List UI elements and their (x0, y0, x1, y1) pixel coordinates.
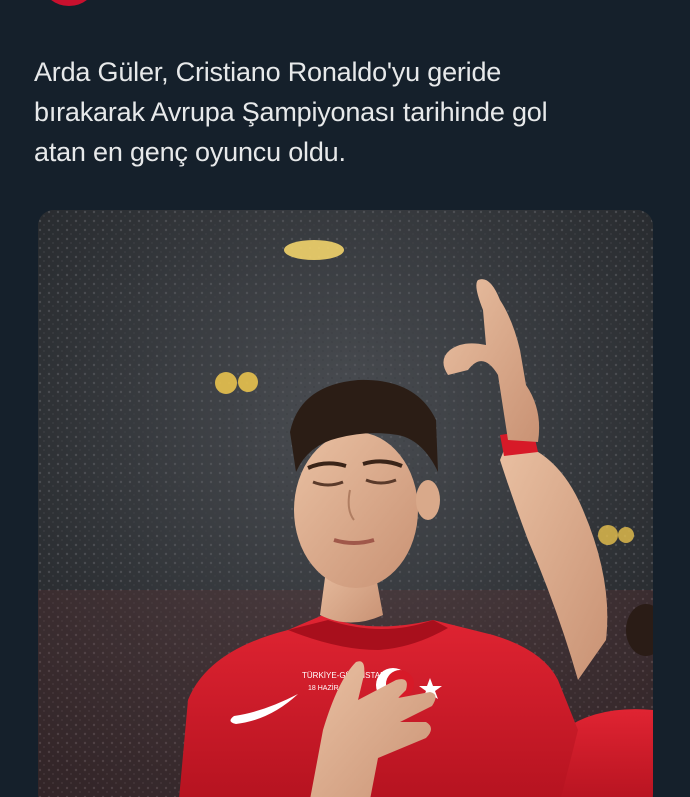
tweet-text-line: Arda Güler, Cristiano Ronaldo'yu geride (34, 57, 502, 87)
tweet-text: Arda Güler, Cristiano Ronaldo'yu geride … (34, 52, 664, 172)
player-celebration-image: TÜRKİYE-GÜRCİSTAN 18 HAZİRAN (38, 210, 653, 797)
tweet-photo[interactable]: TÜRKİYE-GÜRCİSTAN 18 HAZİRAN (38, 210, 653, 797)
stadium-light (598, 525, 618, 545)
stadium-light (215, 372, 237, 394)
stadium-light (238, 372, 258, 392)
tweet-view: Arda Güler, Cristiano Ronaldo'yu geride … (0, 0, 690, 797)
stadium-light (284, 240, 344, 260)
tweet-text-line: bırakarak Avrupa Şampiyonası tarihinde g… (34, 97, 548, 127)
avatar[interactable] (44, 0, 94, 6)
stadium-light (618, 527, 634, 543)
tweet-text-line: atan en genç oyuncu oldu. (34, 137, 346, 167)
